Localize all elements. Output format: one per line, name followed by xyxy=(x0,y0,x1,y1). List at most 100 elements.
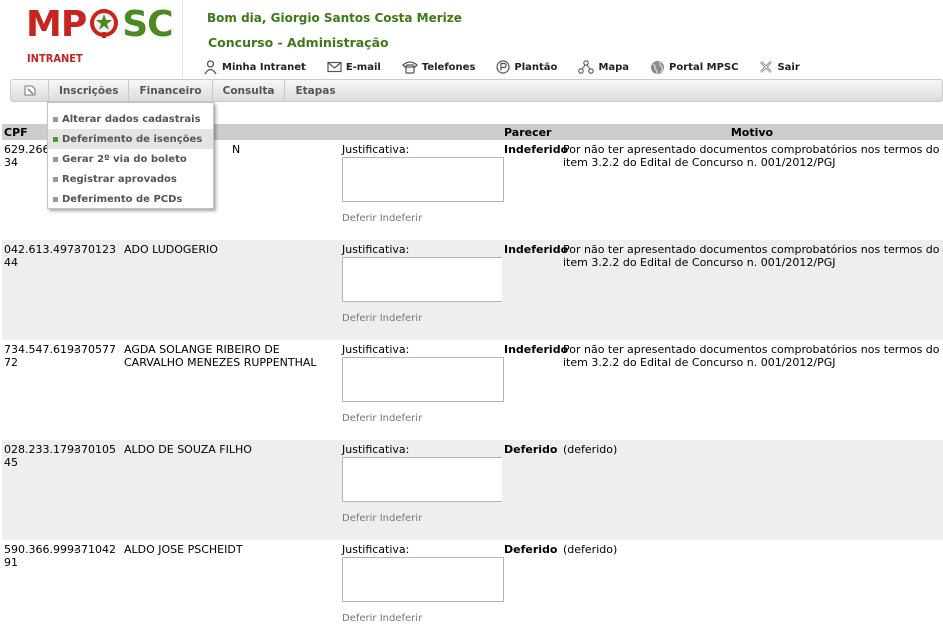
table-row: 734.547.619- 72 370577 AGDA SOLANGE RIBEI… xyxy=(2,340,943,440)
bullet-icon xyxy=(53,156,58,162)
nav-label: Telefones xyxy=(421,61,476,73)
justificativa-label: Justificativa: xyxy=(342,243,410,256)
inscricao-cell: 370577 xyxy=(74,343,116,356)
actions: Deferir Indeferir xyxy=(342,413,500,424)
justificativa-cell: Justificativa: Deferir Indeferir xyxy=(340,340,504,440)
parecer-cell: Indeferido xyxy=(504,143,569,156)
indeferir-link[interactable]: Indeferir xyxy=(380,313,422,324)
justificativa-input[interactable] xyxy=(342,357,504,402)
map-icon xyxy=(578,60,595,74)
cpf-part: 72 xyxy=(4,356,18,369)
actions: Deferir Indeferir xyxy=(342,513,500,524)
nav-email[interactable]: E-mail xyxy=(327,61,381,73)
nav-label: Mapa xyxy=(598,61,630,73)
nav-portal-mpsc[interactable]: Portal MPSC xyxy=(650,60,738,75)
nome-text: N xyxy=(232,143,241,156)
deferir-link[interactable]: Deferir xyxy=(342,513,377,524)
indeferir-link[interactable]: Indeferir xyxy=(380,513,422,524)
justificativa-cell: Justificativa: Deferir Indeferir xyxy=(340,440,504,540)
dropdown-item-label: Registrar aprovados xyxy=(62,173,177,185)
dropdown-item-label: Deferimento de PCDs xyxy=(62,193,183,205)
inscricoes-dropdown: Alterar dados cadastrais Deferimento de … xyxy=(47,102,214,209)
nav-sair[interactable]: Sair xyxy=(759,60,800,74)
justificativa-input[interactable] xyxy=(342,257,504,302)
cpf-part: 44 xyxy=(4,256,18,269)
parecer-cell: Indeferido xyxy=(502,240,568,340)
dropdown-item-deferimento-isencoes[interactable]: Deferimento de isenções xyxy=(48,129,213,149)
cpf-part: 042.613.497- xyxy=(4,243,78,256)
p-circle-icon xyxy=(496,60,511,74)
justificativa-input[interactable] xyxy=(342,457,504,502)
deferir-link[interactable]: Deferir xyxy=(342,213,377,224)
cpf-part: 028.233.179- xyxy=(4,443,78,456)
phone-icon xyxy=(401,61,418,74)
cpf-cell: 042.613.497- 44 xyxy=(2,240,78,340)
nav-label: E-mail xyxy=(345,61,381,73)
indeferir-link[interactable]: Indeferir xyxy=(380,413,422,424)
nav-label: Plantão xyxy=(514,61,558,73)
exit-icon xyxy=(760,61,773,73)
bullet-icon xyxy=(53,116,58,122)
justificativa-input[interactable] xyxy=(342,557,504,602)
nav-minha-intranet[interactable]: Minha Intranet xyxy=(203,59,306,75)
nav-label: Portal MPSC xyxy=(669,61,739,73)
home-icon xyxy=(24,85,35,96)
cpf-part: 91 xyxy=(4,556,18,569)
bullet-icon xyxy=(53,196,58,202)
nav-mapa[interactable]: Mapa xyxy=(578,60,629,74)
dropdown-item-deferimento-pcds[interactable]: Deferimento de PCDs xyxy=(48,189,213,209)
menu-inscricoes[interactable]: Inscrições xyxy=(49,80,130,101)
logo-text: MP SC xyxy=(26,4,174,45)
deferir-link[interactable]: Deferir xyxy=(342,313,377,324)
justificativa-label: Justificativa: xyxy=(342,543,410,556)
parecer-cell: Indeferido xyxy=(504,343,569,356)
nav-label: Sair xyxy=(777,61,800,73)
dropdown-item-gerar-boleto[interactable]: Gerar 2º via do boleto xyxy=(48,149,213,169)
dropdown-item-registrar-aprovados[interactable]: Registrar aprovados xyxy=(48,169,213,189)
menu-etapas[interactable]: Etapas xyxy=(285,80,345,101)
logo-mp: MP xyxy=(26,4,87,45)
dropdown-item-alterar-dados[interactable]: Alterar dados cadastrais xyxy=(48,109,213,129)
page-title: Concurso - Administração xyxy=(208,35,389,50)
justificativa-cell: Justificativa: Deferir Indeferir xyxy=(340,140,504,240)
inscricao-cell: 370105 xyxy=(72,440,122,540)
cpf-cell: 734.547.619- 72 xyxy=(2,340,78,440)
nome-cell: ADO LUDOGERIO xyxy=(122,240,340,340)
nome-cell: AGDA SOLANGE RIBEIRO DE CARVALHO MENEZES… xyxy=(124,343,317,369)
indeferir-link[interactable]: Indeferir xyxy=(380,613,422,624)
deferir-link[interactable]: Deferir xyxy=(342,613,377,624)
nav-plantao[interactable]: Plantão xyxy=(496,60,557,74)
nome-cell: ALDO JOSE PSCHEIDT xyxy=(124,543,243,556)
inscricao-cell: 370123 xyxy=(72,240,122,340)
envelope-icon xyxy=(327,61,342,73)
table-row: 028.233.179- 45 370105 ALDO DE SOUZA FILH… xyxy=(2,440,943,540)
dropdown-item-label: Alterar dados cadastrais xyxy=(62,113,201,125)
bullet-icon xyxy=(53,136,58,142)
indeferir-link[interactable]: Indeferir xyxy=(380,213,422,224)
justificativa-label: Justificativa: xyxy=(342,343,410,356)
header-justificativa xyxy=(340,124,502,140)
cpf-cell: 590.366.999- 91 xyxy=(2,540,78,640)
inscricao-cell: 371042 xyxy=(74,543,116,556)
motivo-cell: (deferido) xyxy=(561,440,943,540)
deferir-link[interactable]: Deferir xyxy=(342,413,377,424)
justificativa-cell: Justificativa: Deferir Indeferir xyxy=(340,540,504,640)
logo[interactable]: MP SC INTRANET xyxy=(0,0,183,78)
justificativa-input[interactable] xyxy=(342,157,504,202)
parecer-cell: Deferido xyxy=(504,543,558,556)
menu-home-button[interactable] xyxy=(11,80,49,101)
table-row: 042.613.497- 44 370123 ADO LUDOGERIO Just… xyxy=(2,240,943,340)
menu-financeiro[interactable]: Financeiro xyxy=(129,80,213,101)
seal-icon xyxy=(90,9,119,38)
cpf-part: 590.366.999- xyxy=(4,543,78,556)
table-row: 590.366.999- 91 371042 ALDO JOSE PSCHEIDT… xyxy=(2,540,943,640)
actions: Deferir Indeferir xyxy=(342,313,500,324)
cpf-cell: 028.233.179- 45 xyxy=(2,440,78,540)
menu-consulta[interactable]: Consulta xyxy=(213,80,286,101)
motivo-cell: Por não ter apresentado documentos compr… xyxy=(563,143,940,169)
motivo-cell: Por não ter apresentado documentos compr… xyxy=(561,240,943,340)
person-icon xyxy=(204,59,217,74)
globe-icon xyxy=(651,60,665,74)
cpf-part: 45 xyxy=(4,456,18,469)
nav-telefones[interactable]: Telefones xyxy=(401,60,476,74)
